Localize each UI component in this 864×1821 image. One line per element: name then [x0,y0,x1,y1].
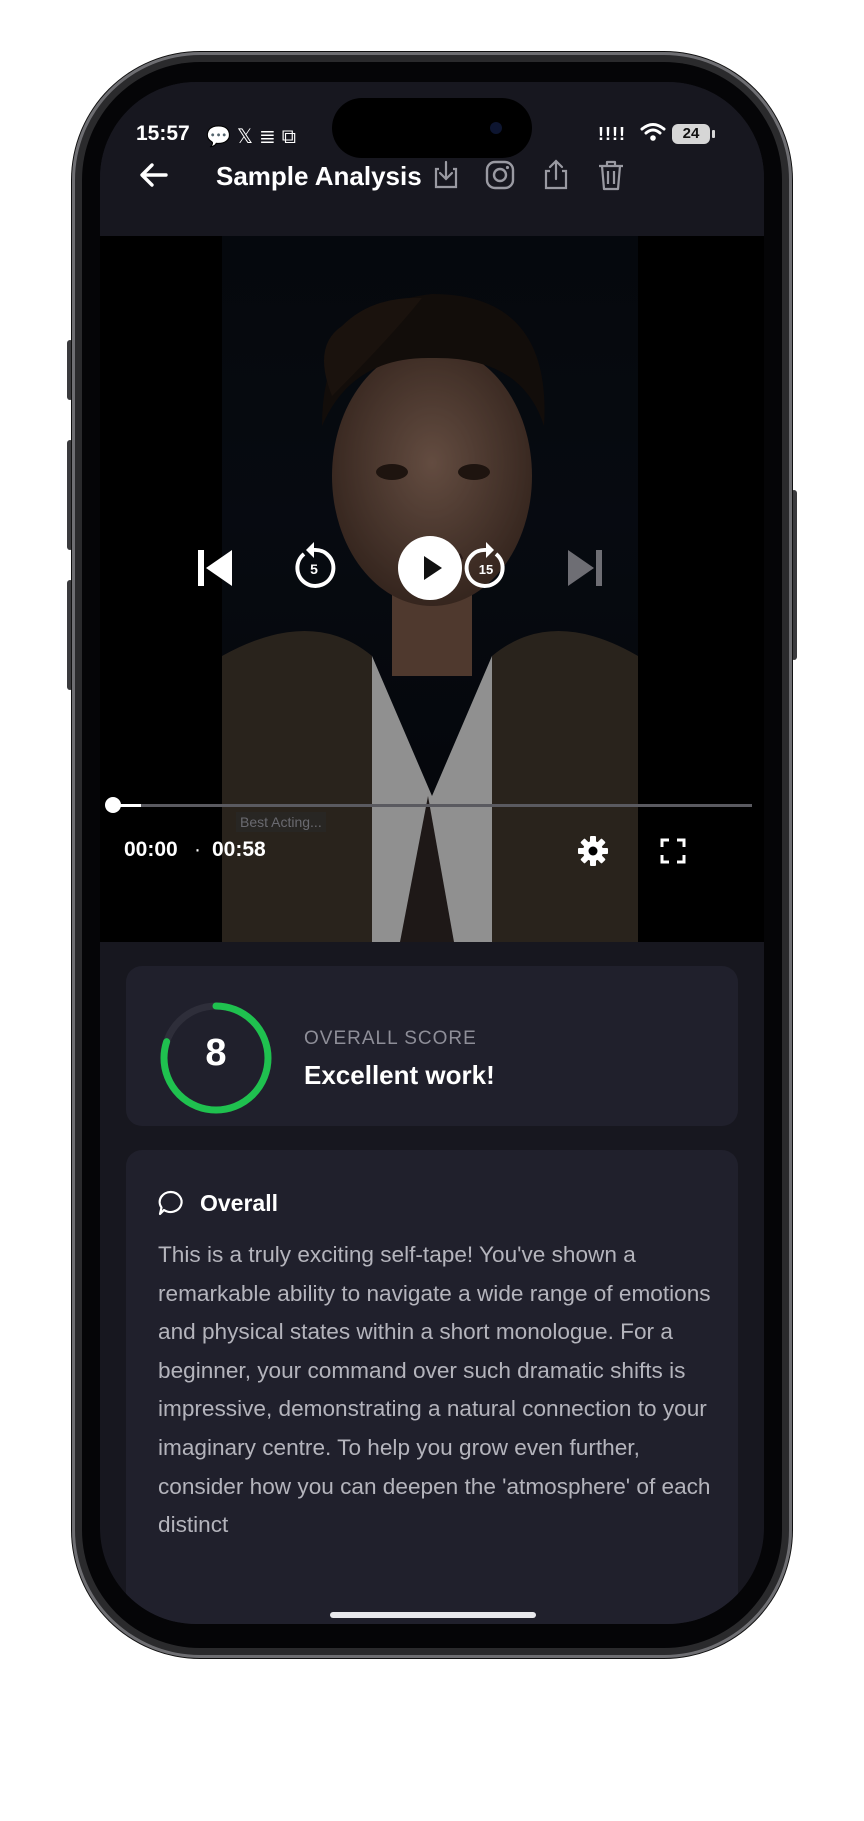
battery-indicator: 24 [672,124,715,144]
trash-icon[interactable] [593,157,629,193]
status-time: 15:57 [136,122,190,145]
score-value: 8 [205,1032,227,1074]
instagram-icon[interactable] [482,157,518,193]
video-caption: Best Acting... [236,812,326,832]
overall-feedback-card: Overall This is a truly exciting self-ta… [126,1150,738,1624]
rewind-seconds: 5 [310,561,318,577]
forward-seconds: 15 [479,562,493,577]
video-player[interactable]: 5 15 Best Acting... 00:00 · 00:58 [100,236,764,942]
current-time: 00:00 [124,838,178,861]
download-icon[interactable] [428,157,464,193]
score-message: Excellent work! [304,1060,495,1090]
play-icon [424,556,442,580]
overall-score-card: 8 OVERALL SCORE Excellent work! [126,966,738,1126]
notification-icons: 💬𝕏≣⧉ [206,126,303,148]
progress-knob[interactable] [105,797,121,813]
progress-bar[interactable] [112,804,752,807]
fullscreen-icon[interactable] [658,836,688,866]
overall-title: Overall [200,1190,278,1216]
time-separator: · [194,838,201,861]
skip-previous-icon[interactable] [184,536,248,600]
wifi-icon [640,123,666,141]
playback-controls: 5 15 [100,536,764,616]
back-arrow-icon[interactable] [134,155,174,195]
settings-gear-icon[interactable] [576,834,610,868]
signal-icon: !!!! [598,124,626,144]
camera-lens [490,122,502,134]
rewind-icon[interactable]: 5 [282,536,346,600]
home-indicator[interactable] [330,1612,536,1618]
speech-bubble-icon [158,1190,183,1216]
duration: 00:58 [212,838,266,861]
fast-forward-icon[interactable]: 15 [454,536,518,600]
page-title: Sample Analysis [216,161,422,191]
top-app-bar: Sample Analysis [100,147,764,203]
skip-next-icon[interactable] [552,536,616,600]
share-icon[interactable] [538,157,574,193]
play-button[interactable] [398,536,462,600]
app-screen: 15:57 💬𝕏≣⧉ !!!! 24 Sample Analysis 5 15 … [100,82,764,1624]
score-label: OVERALL SCORE [304,1028,477,1049]
overall-feedback-text: This is a truly exciting self-tape! You'… [158,1242,711,1538]
